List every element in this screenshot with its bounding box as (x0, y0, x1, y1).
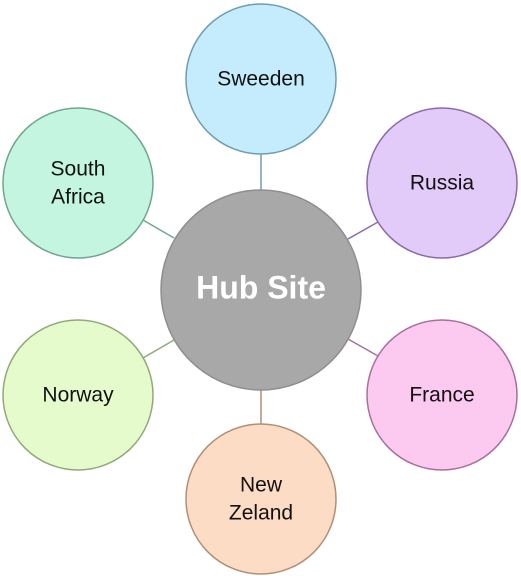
spoke-label-south-africa-line2: Africa (51, 186, 105, 209)
spoke-node-norway: Norway (2, 319, 154, 471)
connector-norway (142, 339, 175, 359)
spoke-label-new-zeland-line1: New (240, 474, 283, 497)
spoke-node-sweeden: Sweeden (185, 3, 337, 155)
spoke-node-new-zeland: New Zeland (185, 423, 337, 575)
connector-south-africa (142, 219, 175, 239)
spoke-label-russia: Russia (410, 172, 475, 195)
spoke-label-france: France (409, 384, 474, 407)
hub-node: Hub Site (160, 189, 362, 391)
spoke-node-france: France (366, 319, 518, 471)
spoke-node-russia: Russia (366, 107, 518, 259)
connector-france (347, 338, 379, 357)
spoke-label-sweeden: Sweeden (217, 68, 305, 91)
spoke-node-south-africa: South Africa (2, 107, 154, 259)
spoke-circle-south-africa (2, 107, 154, 259)
connector-russia (347, 221, 379, 240)
hub-label: Hub Site (196, 269, 326, 305)
spoke-label-norway: Norway (42, 384, 114, 407)
hub-and-spoke-diagram: Hub Site Sweeden Russia France New Zelan… (2, 3, 518, 575)
spoke-circle-new-zeland (185, 423, 337, 575)
spoke-label-south-africa-line1: South (51, 158, 106, 181)
spoke-label-new-zeland-line2: Zeland (229, 502, 293, 525)
